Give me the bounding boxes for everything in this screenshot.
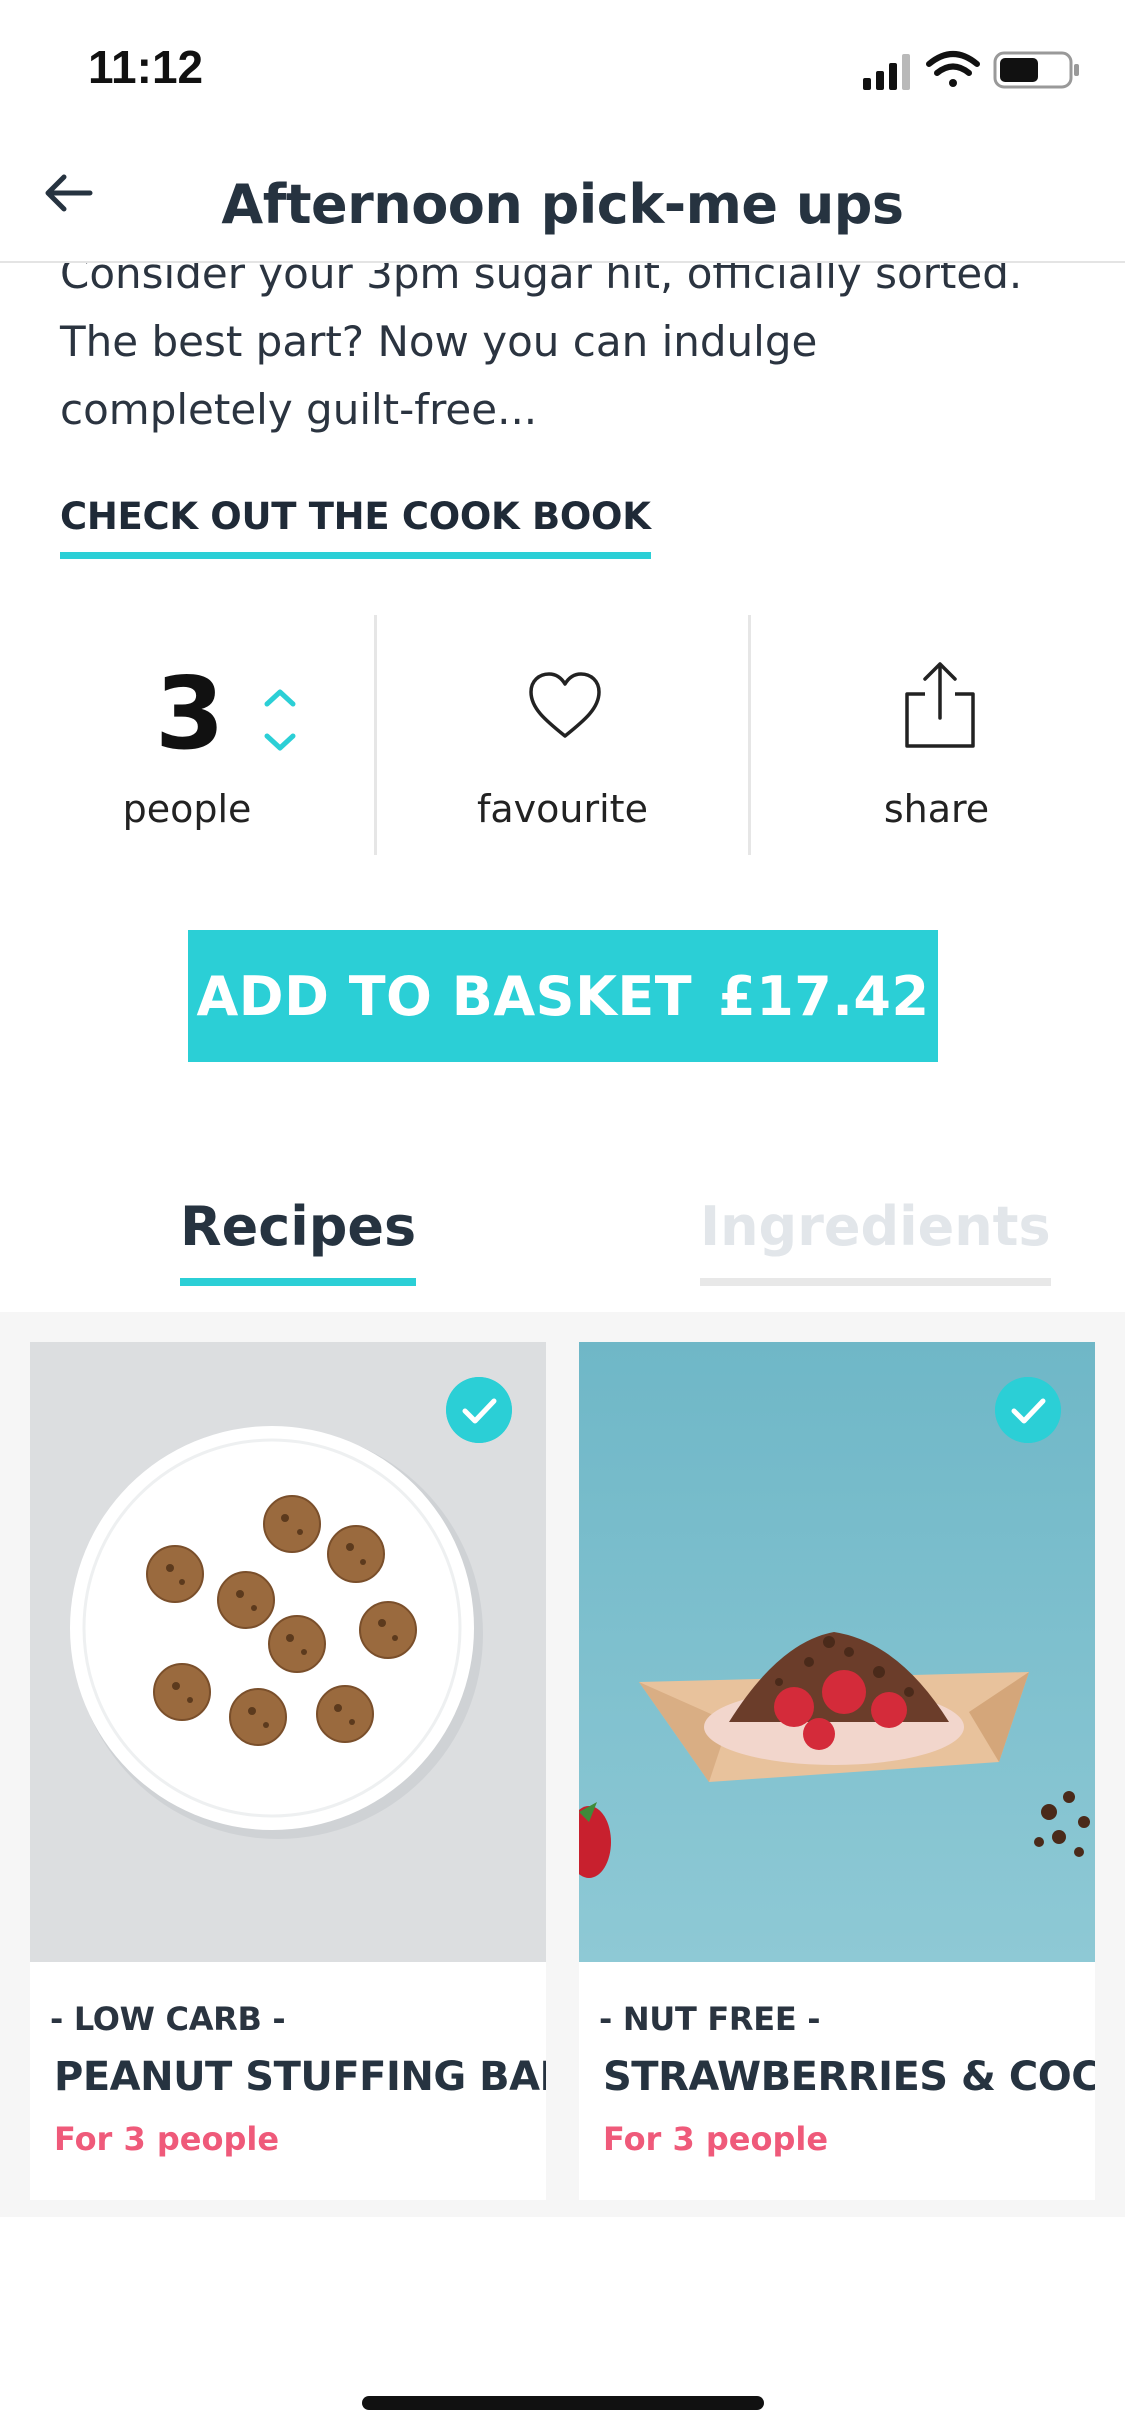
recipe-servings: For 3 people <box>54 2120 280 2158</box>
selected-check-icon[interactable] <box>995 1377 1061 1443</box>
status-icons <box>863 51 1079 90</box>
status-time: 11:12 <box>88 41 204 93</box>
actions-row: 3 people favourite share <box>0 615 1125 855</box>
basket-label: ADD TO BASKET <box>196 964 693 1028</box>
heart-icon <box>529 672 601 738</box>
favourite-label: favourite <box>477 787 648 831</box>
page-title: Afternoon pick-me ups <box>221 173 904 236</box>
chevron-down-icon <box>264 733 296 751</box>
status-bar: 11:12 <box>0 0 1125 135</box>
home-indicator <box>362 2396 764 2410</box>
recipe-title: STRAWBERRIES & COCO YOGURT <box>603 2054 1095 2100</box>
recipe-servings: For 3 people <box>603 2120 829 2158</box>
share-button[interactable]: share <box>748 615 1122 855</box>
favourite-button[interactable]: favourite <box>374 615 748 855</box>
cookbook-link[interactable]: CHECK OUT THE COOK BOOK <box>60 495 651 559</box>
selected-check-icon[interactable] <box>446 1377 512 1443</box>
share-label: share <box>883 787 990 831</box>
intro-text: Consider your 3pm sugar hit, officially … <box>60 249 1023 434</box>
recipe-card[interactable]: - NUT FREE - STRAWBERRIES & COCO YOGURT … <box>579 1342 1095 2200</box>
nav-bar: Afternoon pick-me ups <box>0 135 1125 263</box>
recipe-tag: - LOW CARB - <box>50 2000 286 2038</box>
people-label: people <box>122 787 252 831</box>
basket-price: £17.42 <box>718 964 930 1028</box>
wifi-icon <box>926 51 980 87</box>
recipe-grid: - LOW CARB - PEANUT STUFFING BALLS For 3… <box>0 1312 1125 2217</box>
recipe-card[interactable]: - LOW CARB - PEANUT STUFFING BALLS For 3… <box>30 1342 546 2200</box>
signal-icon <box>863 54 910 90</box>
battery-icon <box>993 51 1079 89</box>
people-count: 3 <box>155 655 225 772</box>
recipe-tag: - NUT FREE - <box>599 2000 821 2038</box>
tab-bar: Recipes Ingredients <box>0 1195 1125 1310</box>
people-selector: 3 people <box>0 615 374 855</box>
chevron-up-icon <box>264 689 296 707</box>
recipe-title: PEANUT STUFFING BALLS <box>54 2054 546 2100</box>
tab-recipes[interactable]: Recipes <box>180 1195 417 1286</box>
share-icon <box>905 662 975 748</box>
people-stepper[interactable] <box>255 680 305 760</box>
tab-ingredients[interactable]: Ingredients <box>700 1195 1051 1286</box>
add-to-basket-button[interactable]: ADD TO BASKET £17.42 <box>188 930 938 1062</box>
